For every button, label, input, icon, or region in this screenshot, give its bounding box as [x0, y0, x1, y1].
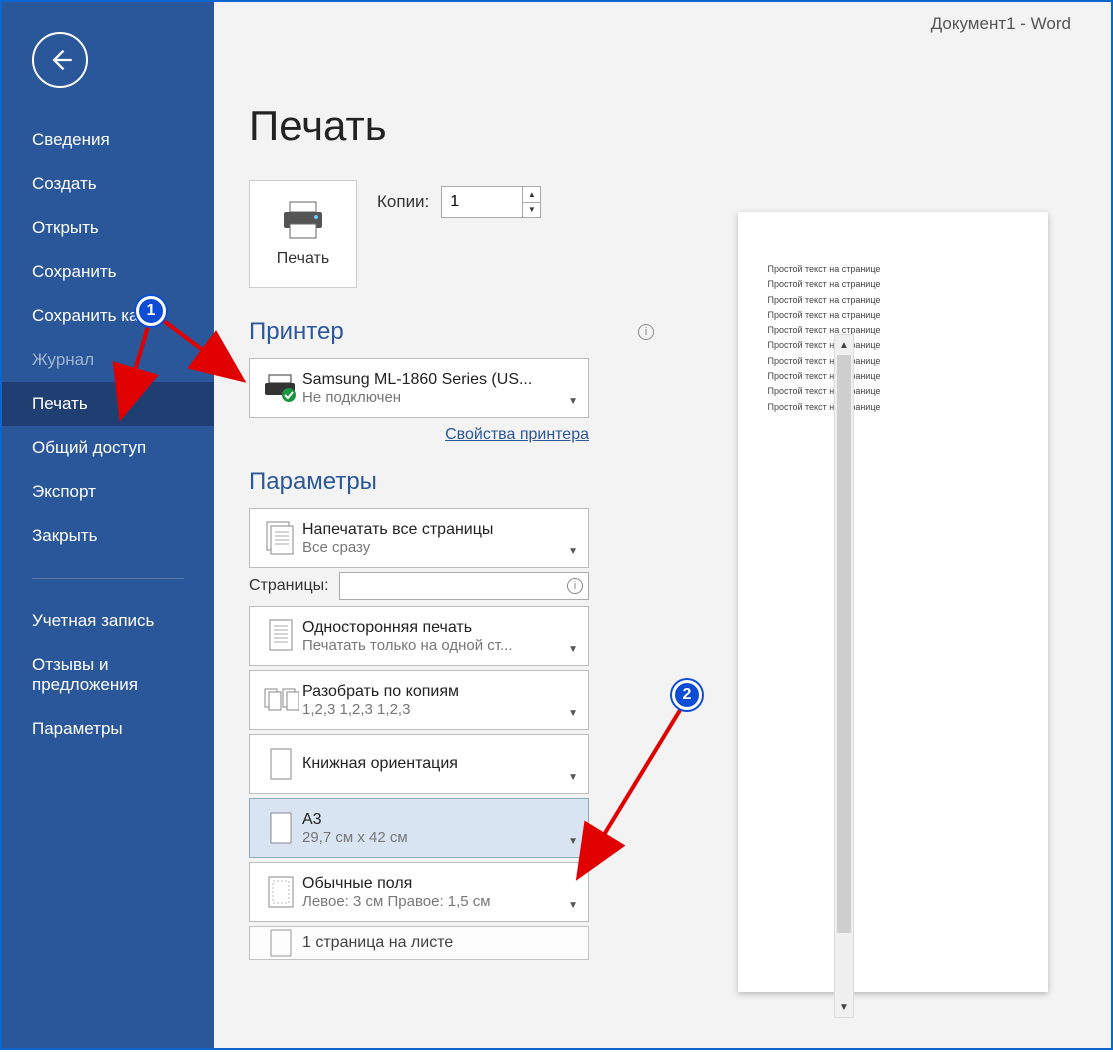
chevron-down-icon: ▼ [568, 644, 578, 655]
preview-line: Простой текст на странице [768, 277, 1018, 292]
paper-main: A3 [302, 811, 578, 829]
nav-item-new[interactable]: Создать [2, 162, 214, 206]
nav-separator [32, 578, 184, 579]
pages-input[interactable] [339, 572, 589, 600]
chevron-down-icon: ▼ [568, 900, 578, 911]
printer-icon [280, 200, 326, 240]
scroll-down-icon[interactable]: ▼ [835, 997, 853, 1017]
nav-item-save-as[interactable]: Сохранить как [2, 294, 214, 338]
duplex-icon [266, 618, 296, 654]
print-range-main: Напечатать все страницы [302, 521, 578, 539]
print-range-sub: Все сразу [302, 539, 578, 556]
print-range-selector[interactable]: Напечатать все страницы Все сразу ▼ [249, 508, 589, 568]
paper-sub: 29,7 см x 42 см [302, 829, 578, 846]
info-icon[interactable]: i [638, 324, 654, 340]
nav-item-account[interactable]: Учетная запись [2, 599, 214, 643]
nav-item-close[interactable]: Закрыть [2, 514, 214, 558]
chevron-down-icon: ▼ [568, 708, 578, 719]
preview-line: Простой текст на странице [768, 323, 1018, 338]
nav-item-save[interactable]: Сохранить [2, 250, 214, 294]
nav-list: Сведения Создать Открыть Сохранить Сохра… [2, 118, 214, 751]
spin-up-icon[interactable]: ▲ [522, 187, 540, 203]
orientation-selector[interactable]: Книжная ориентация ▼ [249, 734, 589, 794]
margins-icon [267, 875, 295, 909]
pages-icon [265, 520, 297, 556]
annotation-badge-1: 1 [136, 296, 166, 326]
chevron-down-icon: ▼ [568, 546, 578, 557]
preview-line: Простой текст на странице [768, 293, 1018, 308]
duplex-sub: Печатать только на одной ст... [302, 637, 578, 654]
margins-main: Обычные поля [302, 875, 578, 893]
chevron-down-icon: ▼ [568, 772, 578, 783]
scroll-up-icon[interactable]: ▲ [835, 335, 853, 355]
pages-label: Страницы: [249, 577, 329, 595]
back-button[interactable] [32, 32, 88, 88]
nav-item-open[interactable]: Открыть [2, 206, 214, 250]
backstage-sidebar: Сведения Создать Открыть Сохранить Сохра… [2, 2, 214, 1048]
printer-status-icon [263, 373, 299, 403]
printer-status: Не подключен [302, 389, 578, 406]
settings-scrollbar[interactable]: ▲ ▼ [834, 334, 854, 1018]
nav-item-share[interactable]: Общий доступ [2, 426, 214, 470]
printer-properties-link[interactable]: Свойства принтера [249, 426, 589, 444]
copies-spinner[interactable]: ▲ ▼ [441, 186, 541, 218]
window-title: Документ1 - Word [931, 14, 1071, 34]
preview-page: Простой текст на странице Простой текст … [738, 212, 1048, 992]
printer-section-title: Принтер [249, 318, 344, 346]
paper-icon [268, 811, 294, 845]
chevron-down-icon: ▼ [568, 836, 578, 847]
nav-item-history: Журнал [2, 338, 214, 382]
collate-sub: 1,2,3 1,2,3 1,2,3 [302, 701, 578, 718]
copies-label: Копии: [377, 192, 429, 212]
per-sheet-icon [268, 928, 294, 958]
main-area: Документ1 - Word Печать Печать Копии: [214, 2, 1111, 1048]
duplex-main: Односторонняя печать [302, 619, 578, 637]
preview-line: Простой текст на странице [768, 338, 1018, 353]
collate-icon [263, 685, 299, 715]
margins-selector[interactable]: Обычные поля Левое: 3 см Правое: 1,5 см … [249, 862, 589, 922]
spin-down-icon[interactable]: ▼ [522, 203, 540, 218]
nav-item-feedback[interactable]: Отзывы и предложения [2, 643, 214, 707]
orientation-icon [268, 747, 294, 781]
arrow-left-icon [46, 46, 74, 74]
printer-selector[interactable]: Samsung ML-1860 Series (US... Не подключ… [249, 358, 589, 418]
print-button-label: Печать [277, 250, 329, 268]
print-button[interactable]: Печать [249, 180, 357, 288]
annotation-badge-2: 2 [672, 680, 702, 710]
nav-item-info[interactable]: Сведения [2, 118, 214, 162]
settings-section-title: Параметры [249, 468, 377, 496]
nav-item-print[interactable]: Печать [2, 382, 214, 426]
print-preview: Простой текст на странице Простой текст … [654, 2, 1111, 1048]
duplex-selector[interactable]: Односторонняя печать Печатать только на … [249, 606, 589, 666]
chevron-down-icon: ▼ [568, 396, 578, 407]
paper-size-selector[interactable]: A3 29,7 см x 42 см ▼ [249, 798, 589, 858]
scroll-thumb[interactable] [837, 355, 851, 933]
preview-line: Простой текст на странице [768, 308, 1018, 323]
margins-sub: Левое: 3 см Правое: 1,5 см [302, 893, 578, 910]
preview-line: Простой текст на странице [768, 262, 1018, 277]
info-icon[interactable]: i [567, 578, 583, 594]
preview-line: Простой текст на странице [768, 369, 1018, 384]
print-settings-panel: Печать Печать Копии: [214, 2, 654, 1048]
preview-line: Простой текст на странице [768, 400, 1018, 415]
printer-name: Samsung ML-1860 Series (US... [302, 371, 578, 389]
preview-line: Простой текст на странице [768, 384, 1018, 399]
per-sheet-main: 1 страница на листе [302, 926, 578, 960]
nav-item-options[interactable]: Параметры [2, 707, 214, 751]
page-title: Печать [249, 102, 654, 150]
collate-main: Разобрать по копиям [302, 683, 578, 701]
nav-item-export[interactable]: Экспорт [2, 470, 214, 514]
collate-selector[interactable]: Разобрать по копиям 1,2,3 1,2,3 1,2,3 ▼ [249, 670, 589, 730]
pages-per-sheet-selector[interactable]: 1 страница на листе [249, 926, 589, 960]
preview-line: Простой текст на странице [768, 354, 1018, 369]
orientation-main: Книжная ориентация [302, 735, 578, 793]
